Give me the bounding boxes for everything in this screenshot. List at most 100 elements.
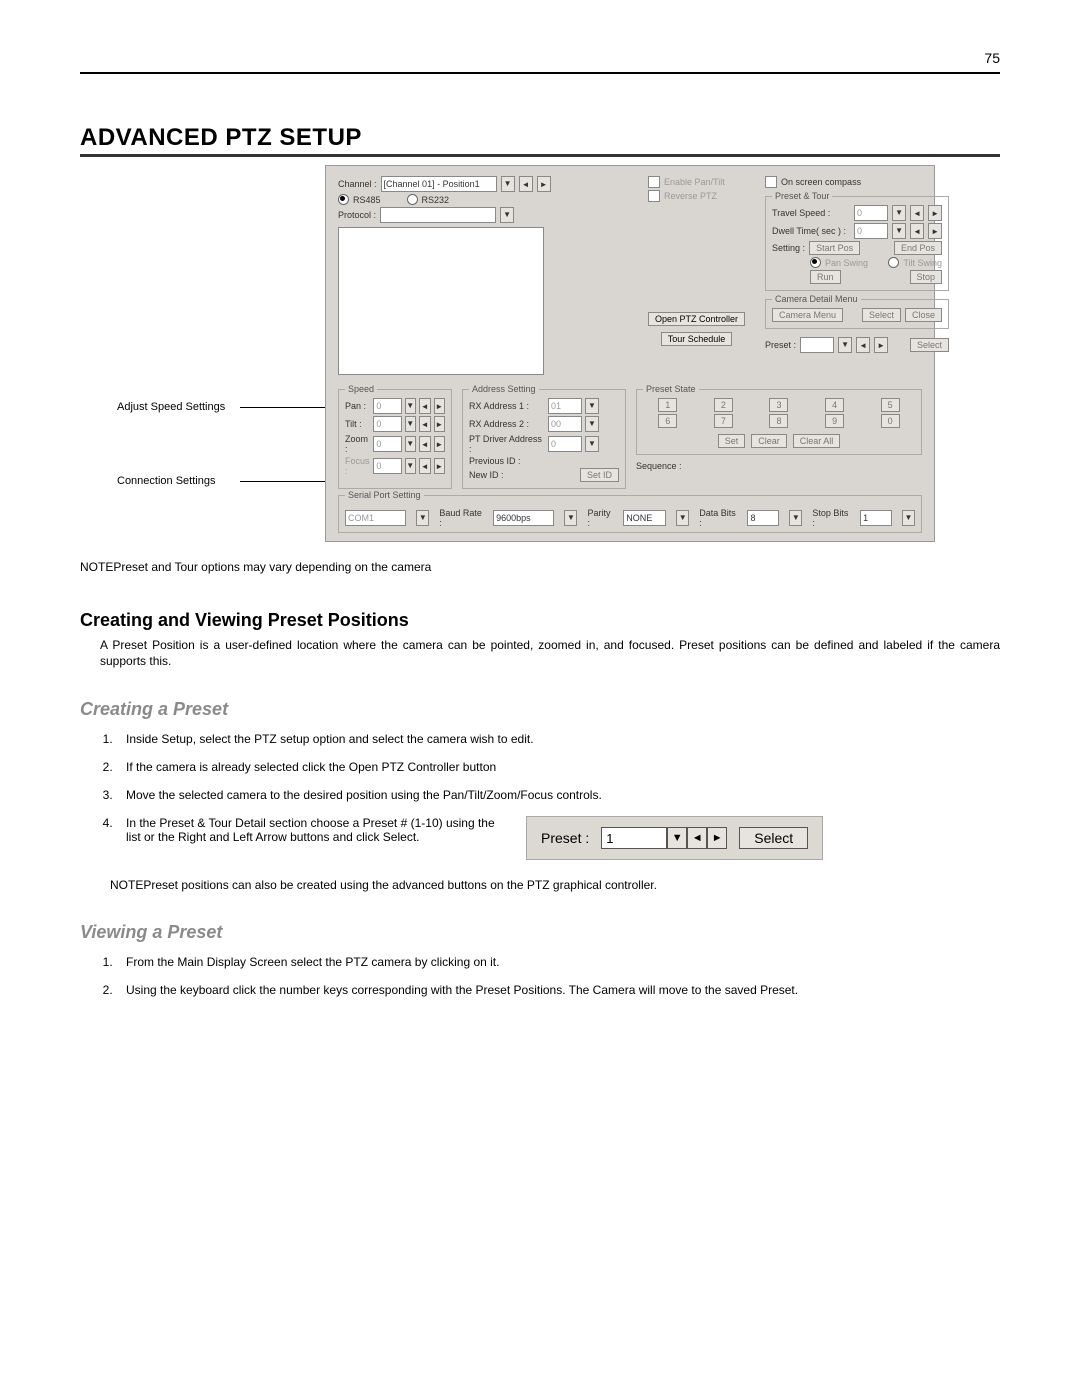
panswing-radio[interactable] <box>810 257 821 268</box>
dropdown-icon[interactable]: ▼ <box>416 510 429 526</box>
preset-2[interactable]: 2 <box>714 398 733 412</box>
dwell-label: Dwell Time( sec ) : <box>772 226 850 236</box>
arrow-right-icon[interactable]: ► <box>928 223 942 239</box>
arrow-left-icon[interactable]: ◄ <box>910 205 924 221</box>
travel-value[interactable]: 0 <box>854 205 888 221</box>
arrow-left-icon[interactable]: ◄ <box>419 398 431 414</box>
arrow-right-icon[interactable]: ► <box>434 436 446 452</box>
clearall-button[interactable]: Clear All <box>793 434 841 448</box>
preset-4[interactable]: 4 <box>825 398 844 412</box>
dropdown-icon[interactable]: ▼ <box>892 223 906 239</box>
dropdown-icon[interactable]: ▼ <box>405 398 417 414</box>
stop-button[interactable]: Stop <box>910 270 943 284</box>
pan-label: Pan : <box>345 401 370 411</box>
dropdown-icon[interactable]: ▼ <box>838 337 852 353</box>
preset-5[interactable]: 5 <box>881 398 900 412</box>
pt-label: PT Driver Address : <box>469 434 545 454</box>
arrow-left-icon[interactable]: ◄ <box>419 436 431 452</box>
preset-6[interactable]: 6 <box>658 414 677 428</box>
compass-checkbox[interactable] <box>765 176 777 188</box>
arrow-left-icon[interactable]: ◄ <box>519 176 533 192</box>
arrow-right-icon[interactable]: ► <box>537 176 551 192</box>
step-2: If the camera is already selected click … <box>116 760 1000 774</box>
arrow-right-icon[interactable]: ► <box>434 398 446 414</box>
reverse-label: Reverse PTZ <box>664 191 717 201</box>
com-select[interactable]: COM1 <box>345 510 406 526</box>
pt-value[interactable]: 0 <box>548 436 582 452</box>
dwell-value[interactable]: 0 <box>854 223 888 239</box>
focus-value[interactable]: 0 <box>373 458 401 474</box>
channel-select[interactable]: [Channel 01] - Position1 <box>381 176 497 192</box>
arrow-left-icon[interactable]: ◄ <box>856 337 870 353</box>
preset-8[interactable]: 8 <box>769 414 788 428</box>
arrow-left-icon[interactable]: ◄ <box>419 458 431 474</box>
dropdown-icon[interactable]: ▼ <box>405 436 417 452</box>
preset-7[interactable]: 7 <box>714 414 733 428</box>
mini-preset-label: Preset : <box>541 830 589 846</box>
arrow-left-icon[interactable]: ◄ <box>687 827 707 849</box>
address-frame: Address Setting RX Address 1 :01▼ RX Add… <box>462 389 626 489</box>
zoom-value[interactable]: 0 <box>373 436 401 452</box>
run-button[interactable]: Run <box>810 270 841 284</box>
setid-button[interactable]: Set ID <box>580 468 619 482</box>
arrow-right-icon[interactable]: ► <box>874 337 888 353</box>
dropdown-icon[interactable]: ▼ <box>585 416 599 432</box>
dropdown-icon[interactable]: ▼ <box>585 398 599 414</box>
compass-label: On screen compass <box>781 177 861 187</box>
mini-preset-value[interactable]: 1 <box>601 827 667 849</box>
set-button[interactable]: Set <box>718 434 746 448</box>
dropdown-icon[interactable]: ▼ <box>405 416 417 432</box>
sequence-label: Sequence : <box>636 461 682 471</box>
arrow-right-icon[interactable]: ► <box>434 416 446 432</box>
enable-checkbox[interactable] <box>648 176 660 188</box>
preset-1[interactable]: 1 <box>658 398 677 412</box>
baud-select[interactable]: 9600bps <box>493 510 554 526</box>
arrow-left-icon[interactable]: ◄ <box>910 223 924 239</box>
panswing-label: Pan Swing <box>825 258 868 268</box>
tilt-value[interactable]: 0 <box>373 416 401 432</box>
tour-schedule-button[interactable]: Tour Schedule <box>661 332 733 346</box>
clear-button[interactable]: Clear <box>751 434 787 448</box>
preset-select[interactable] <box>800 337 834 353</box>
arrow-right-icon[interactable]: ► <box>434 458 446 474</box>
rx1-value[interactable]: 01 <box>548 398 582 414</box>
dropdown-icon[interactable]: ▼ <box>902 510 915 526</box>
arrow-right-icon[interactable]: ► <box>928 205 942 221</box>
preset-select-button[interactable]: Select <box>910 338 949 352</box>
dropdown-icon[interactable]: ▼ <box>892 205 906 221</box>
dropdown-icon[interactable]: ▼ <box>789 510 802 526</box>
rs485-radio[interactable] <box>338 194 349 205</box>
parity-label: Parity : <box>587 508 613 528</box>
dropdown-icon[interactable]: ▼ <box>501 176 515 192</box>
camera-select-button[interactable]: Select <box>862 308 901 322</box>
preset-9[interactable]: 9 <box>825 414 844 428</box>
rs232-radio[interactable] <box>407 194 418 205</box>
subsection-creating: Creating a Preset <box>80 699 1000 720</box>
mini-select-button[interactable]: Select <box>739 827 808 849</box>
startpos-button[interactable]: Start Pos <box>809 241 860 255</box>
preset-0[interactable]: 0 <box>881 414 900 428</box>
camera-close-button[interactable]: Close <box>905 308 942 322</box>
rx2-value[interactable]: 00 <box>548 416 582 432</box>
arrow-left-icon[interactable]: ◄ <box>419 416 431 432</box>
dropdown-icon[interactable]: ▼ <box>585 436 599 452</box>
arrow-right-icon[interactable]: ► <box>707 827 727 849</box>
dropdown-icon[interactable]: ▼ <box>676 510 689 526</box>
parity-select[interactable]: NONE <box>623 510 666 526</box>
databits-label: Data Bits : <box>699 508 737 528</box>
protocol-select[interactable] <box>380 207 496 223</box>
stopbits-select[interactable]: 1 <box>860 510 892 526</box>
reverse-checkbox[interactable] <box>648 190 660 202</box>
pan-value[interactable]: 0 <box>373 398 401 414</box>
endpos-button[interactable]: End Pos <box>894 241 942 255</box>
databits-select[interactable]: 8 <box>747 510 779 526</box>
section-creating-viewing: Creating and Viewing Preset Positions <box>80 610 1000 631</box>
tiltswing-radio[interactable] <box>888 257 899 268</box>
dropdown-icon[interactable]: ▼ <box>500 207 514 223</box>
open-ptz-button[interactable]: Open PTZ Controller <box>648 312 745 326</box>
dropdown-icon[interactable]: ▼ <box>667 827 687 849</box>
dropdown-icon[interactable]: ▼ <box>564 510 577 526</box>
dropdown-icon[interactable]: ▼ <box>405 458 417 474</box>
camera-menu-button[interactable]: Camera Menu <box>772 308 843 322</box>
preset-3[interactable]: 3 <box>769 398 788 412</box>
